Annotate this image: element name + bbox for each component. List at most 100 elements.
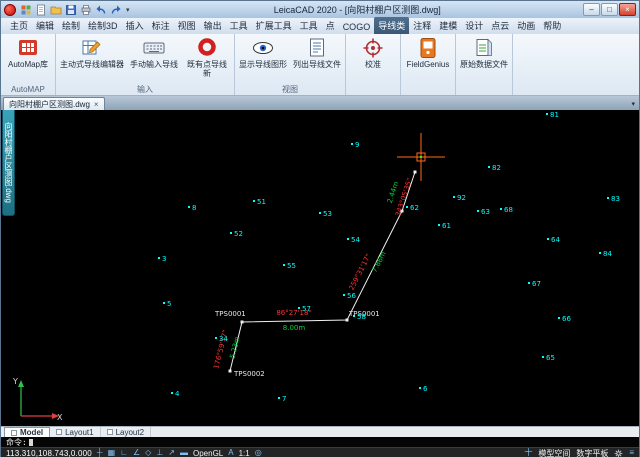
minimize-button[interactable]: – bbox=[583, 3, 600, 16]
traverse-vertex[interactable] bbox=[346, 319, 349, 322]
annoscale-display[interactable]: 1:1 bbox=[239, 449, 250, 457]
document-tab[interactable]: 向阳村棚户区测图.dwg × bbox=[3, 97, 105, 110]
survey-point[interactable] bbox=[171, 392, 173, 394]
survey-point[interactable] bbox=[283, 264, 285, 266]
ribbon-group-label: 视图 bbox=[236, 84, 344, 95]
ribbon-tab-12[interactable]: COGO bbox=[339, 20, 375, 34]
survey-point[interactable] bbox=[347, 238, 349, 240]
drawing-side-tab[interactable]: 向阳村棚户区测图.dwg bbox=[2, 110, 15, 216]
qat-dropdown-icon[interactable]: ▾ bbox=[124, 6, 132, 14]
survey-point[interactable] bbox=[188, 206, 190, 208]
ribbon-button-2-0[interactable]: 显示导线图形 bbox=[236, 35, 290, 69]
ribbon-tab-15[interactable]: 建模 bbox=[435, 17, 461, 34]
ribbon-tab-17[interactable]: 点云 bbox=[487, 17, 513, 34]
ribbon-tab-10[interactable]: 工具 bbox=[296, 17, 322, 34]
survey-point[interactable] bbox=[546, 113, 548, 115]
command-line[interactable]: 命令: bbox=[1, 437, 639, 447]
survey-point[interactable] bbox=[488, 166, 490, 168]
survey-point[interactable] bbox=[406, 206, 408, 208]
survey-point[interactable] bbox=[343, 294, 345, 296]
ribbon-tab-8[interactable]: 工具 bbox=[226, 17, 252, 34]
survey-point[interactable] bbox=[419, 387, 421, 389]
survey-point[interactable] bbox=[351, 143, 353, 145]
model-space-button[interactable]: 模型空间 bbox=[538, 448, 570, 457]
survey-point[interactable] bbox=[278, 397, 280, 399]
crosshair-toggle[interactable]: 十 bbox=[524, 448, 532, 457]
survey-point[interactable] bbox=[230, 232, 232, 234]
ribbon-tab-6[interactable]: 视图 bbox=[174, 17, 200, 34]
ribbon-button-4-0[interactable]: FieldGenius bbox=[402, 35, 454, 69]
ribbon-tab-5[interactable]: 标注 bbox=[148, 17, 174, 34]
menu-grid-icon[interactable] bbox=[19, 3, 32, 16]
ribbon-tab-11[interactable]: 点 bbox=[322, 17, 339, 34]
lineweight-toggle[interactable]: ▬ bbox=[180, 448, 188, 457]
open-file-icon[interactable] bbox=[49, 3, 62, 16]
ribbon-tab-16[interactable]: 设计 bbox=[461, 17, 487, 34]
opengl-button[interactable]: OpenGL bbox=[193, 449, 223, 457]
ribbon-tab-0[interactable]: 主页 bbox=[6, 17, 32, 34]
survey-point[interactable] bbox=[500, 208, 502, 210]
survey-point[interactable] bbox=[453, 196, 455, 198]
layout-tab-layout2[interactable]: Layout2 bbox=[101, 427, 151, 437]
ribbon-button-2-1[interactable]: 列出导线文件 bbox=[290, 35, 344, 69]
dyn-toggle[interactable]: ↗ bbox=[168, 448, 175, 457]
drawing-canvas[interactable]: 8198292835186268635361525464843556756557… bbox=[1, 110, 639, 426]
annotation-toggle[interactable]: A bbox=[228, 448, 233, 457]
ribbon-tab-2[interactable]: 绘制 bbox=[58, 17, 84, 34]
snap-toggle[interactable]: ┼ bbox=[97, 448, 103, 457]
leicacad-logo-icon[interactable] bbox=[4, 4, 16, 16]
cad-drawing[interactable]: 8198292835186268635361525464843556756557… bbox=[1, 110, 640, 426]
survey-point[interactable] bbox=[438, 224, 440, 226]
survey-point[interactable] bbox=[528, 282, 530, 284]
traverse-vertex[interactable] bbox=[241, 321, 244, 324]
survey-point[interactable] bbox=[215, 337, 217, 339]
document-tabs-menu-icon[interactable]: ▾ bbox=[631, 100, 639, 110]
survey-point[interactable] bbox=[477, 210, 479, 212]
traverse-vertex[interactable] bbox=[229, 370, 232, 373]
save-file-icon[interactable] bbox=[64, 3, 77, 16]
settings-gear-icon[interactable] bbox=[614, 449, 623, 457]
survey-point[interactable] bbox=[163, 302, 165, 304]
layout-tab-layout1[interactable]: Layout1 bbox=[50, 427, 100, 437]
ribbon-tab-18[interactable]: 动画 bbox=[513, 17, 539, 34]
redo-icon[interactable] bbox=[109, 3, 122, 16]
ribbon-tab-19[interactable]: 帮助 bbox=[539, 17, 565, 34]
ribbon-button-1-2[interactable]: 既有点导线新 bbox=[181, 35, 233, 78]
survey-point[interactable] bbox=[158, 257, 160, 259]
ribbon-tab-3[interactable]: 绘制3D bbox=[84, 17, 122, 34]
ribbon-button-5-0[interactable]: 原始数据文件 bbox=[457, 35, 511, 69]
survey-point[interactable] bbox=[547, 238, 549, 240]
clean-screen-toggle[interactable]: ◎ bbox=[255, 448, 262, 457]
survey-point[interactable] bbox=[607, 197, 609, 199]
survey-point[interactable] bbox=[319, 212, 321, 214]
close-button[interactable]: × bbox=[619, 3, 636, 16]
tablet-button[interactable]: 数字平板 bbox=[576, 448, 608, 457]
ribbon-tab-9[interactable]: 扩展工具 bbox=[252, 17, 296, 34]
ribbon-tab-14[interactable]: 注释 bbox=[409, 17, 435, 34]
status-menu-icon[interactable]: ≡ bbox=[629, 448, 634, 457]
ortho-toggle[interactable]: ∟ bbox=[120, 448, 128, 457]
ribbon-tab-4[interactable]: 插入 bbox=[122, 17, 148, 34]
survey-point[interactable] bbox=[542, 356, 544, 358]
undo-icon[interactable] bbox=[94, 3, 107, 16]
layout-tab-model[interactable]: Model bbox=[4, 427, 50, 437]
survey-point[interactable] bbox=[599, 252, 601, 254]
maximize-button[interactable]: □ bbox=[601, 3, 618, 16]
ribbon-tab-13[interactable]: 导线类 bbox=[374, 17, 409, 34]
print-icon[interactable] bbox=[79, 3, 92, 16]
ribbon-tab-7[interactable]: 输出 bbox=[200, 17, 226, 34]
traverse-vertex[interactable] bbox=[414, 171, 417, 174]
ribbon-tab-1[interactable]: 编辑 bbox=[32, 17, 58, 34]
polar-toggle[interactable]: ∠ bbox=[133, 448, 140, 457]
ribbon-button-1-0[interactable]: 主动式导线编辑器 bbox=[57, 35, 127, 69]
new-file-icon[interactable] bbox=[34, 3, 47, 16]
ribbon-button-1-1[interactable]: 手动输入导线 bbox=[127, 35, 181, 69]
survey-point[interactable] bbox=[253, 200, 255, 202]
grid-toggle[interactable]: ▦ bbox=[108, 448, 116, 457]
ribbon-button-0-0[interactable]: AutoMap库 bbox=[2, 35, 54, 69]
document-tab-close-icon[interactable]: × bbox=[94, 100, 99, 109]
otrack-toggle[interactable]: ⊥ bbox=[156, 448, 163, 457]
osnap-toggle[interactable]: ◇ bbox=[145, 448, 151, 457]
ribbon-button-3-0[interactable]: 校准 bbox=[347, 35, 399, 69]
survey-point[interactable] bbox=[558, 317, 560, 319]
